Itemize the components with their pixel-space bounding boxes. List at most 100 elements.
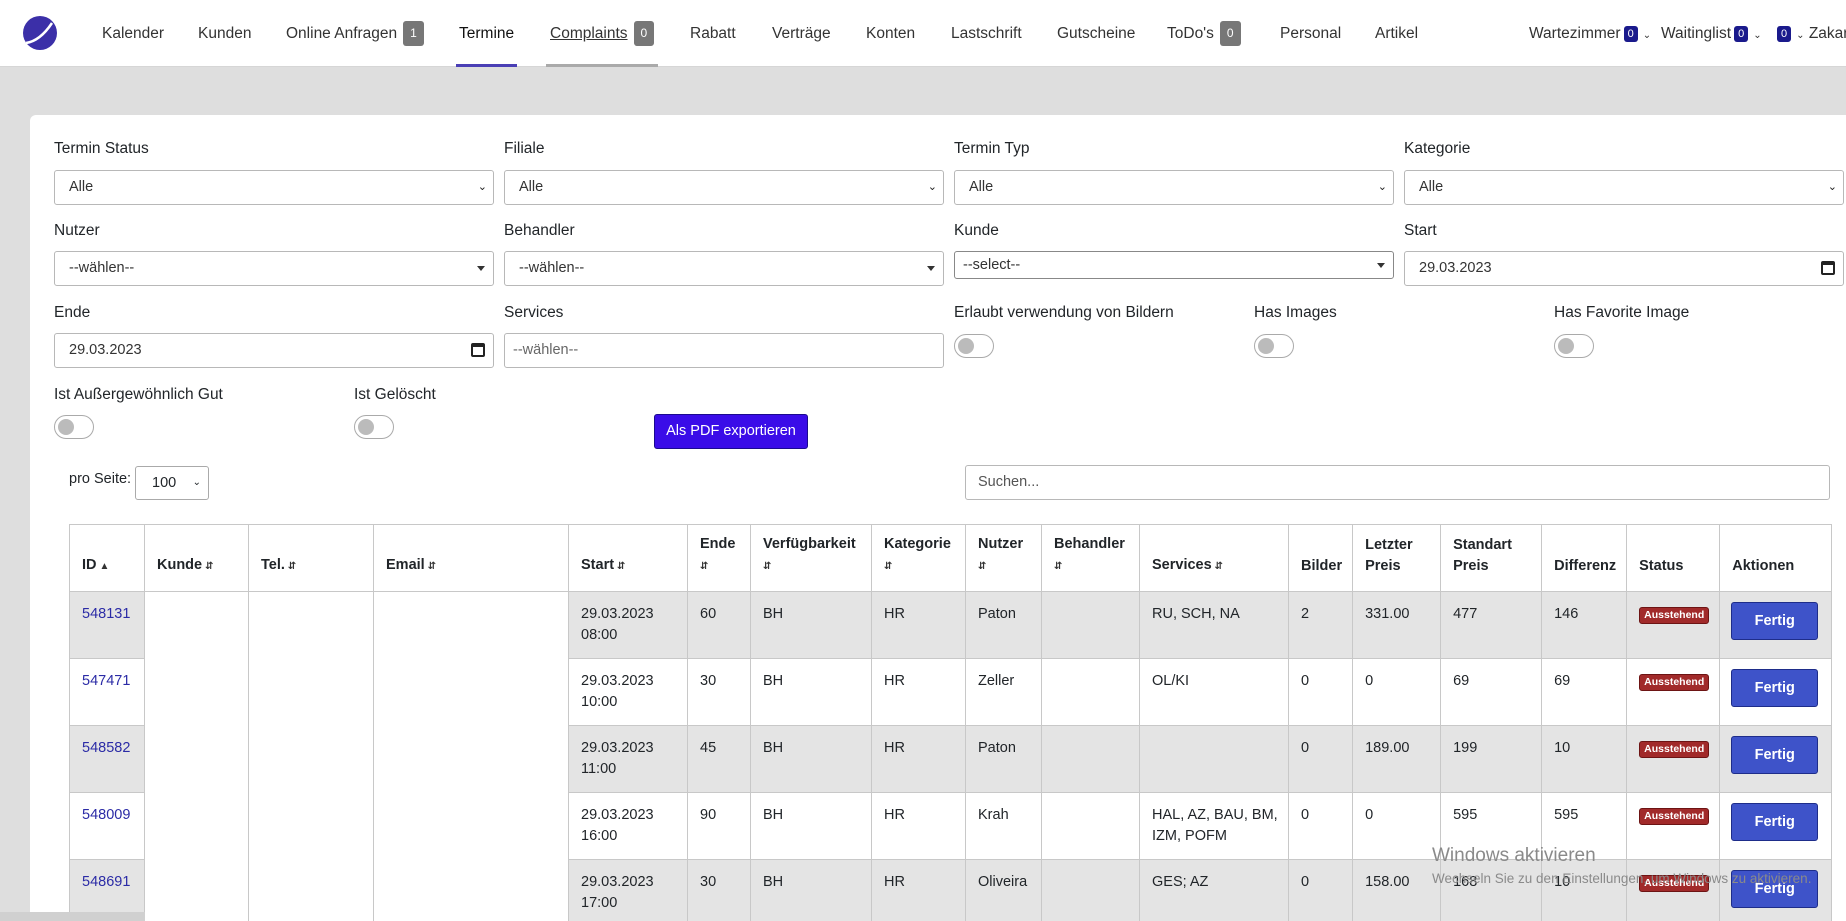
appointment-id-link[interactable]: 548131 bbox=[82, 606, 130, 622]
caret-down-icon bbox=[1377, 263, 1385, 268]
aktionen-cell: Fertig bbox=[1719, 658, 1833, 726]
col-header-email[interactable]: Email ⇵ bbox=[373, 524, 569, 592]
search-input[interactable]: Suchen... bbox=[965, 465, 1830, 500]
standart-preis-cell: 199 bbox=[1440, 725, 1543, 793]
per-page-select[interactable]: 100 ⌄ bbox=[135, 466, 209, 500]
aussergewoehnlich-toggle[interactable] bbox=[54, 415, 94, 439]
col-header-tel[interactable]: Tel. ⇵ bbox=[248, 524, 374, 592]
col-header-services[interactable]: Services ⇵ bbox=[1139, 524, 1289, 592]
appointment-id-link[interactable]: 548691 bbox=[82, 874, 130, 890]
nav-item-personal[interactable]: Personal bbox=[1280, 0, 1341, 67]
behandler-select[interactable]: --wählen-- bbox=[504, 251, 944, 286]
nav-item-online-anfragen[interactable]: Online Anfragen 1 bbox=[286, 0, 424, 67]
nav-item-rabatt[interactable]: Rabatt bbox=[690, 0, 736, 67]
termin-typ-select[interactable]: Alle ⌄ bbox=[954, 170, 1394, 205]
fertig-button[interactable]: Fertig bbox=[1731, 736, 1819, 774]
letzter-preis-cell: 331.00 bbox=[1352, 591, 1442, 659]
col-header-verfuegbarkeit[interactable]: Verfügbarkeit ⇵ bbox=[750, 524, 872, 592]
start-cell: 29.03.2023 11:00 bbox=[568, 725, 688, 793]
start-label: Start bbox=[1404, 222, 1437, 239]
horizontal-scrollbar[interactable] bbox=[0, 912, 145, 921]
erlaubt-bilder-toggle[interactable] bbox=[954, 334, 994, 358]
geloescht-toggle[interactable] bbox=[354, 415, 394, 439]
table-row: 547471 29.03.2023 10:00 30 BH HR Zeller O… bbox=[69, 658, 1833, 726]
wartezimmer-dropdown[interactable]: Wartezimmer 0 ⌄ bbox=[1529, 0, 1651, 67]
search-placeholder: Suchen... bbox=[978, 474, 1040, 490]
has-favorite-image-toggle[interactable] bbox=[1554, 334, 1594, 358]
nutzer-select[interactable]: --wählen-- bbox=[54, 251, 494, 286]
nav-item-lastschrift[interactable]: Lastschrift bbox=[951, 0, 1022, 67]
col-header-kategorie[interactable]: Kategorie ⇵ bbox=[871, 524, 966, 592]
nav-item-todos[interactable]: ToDo's 0 bbox=[1167, 0, 1241, 67]
kunde-cell bbox=[144, 658, 249, 726]
appointment-id-link[interactable]: 548582 bbox=[82, 740, 130, 756]
complaints-count-badge: 0 bbox=[633, 21, 655, 46]
nav-item-artikel[interactable]: Artikel bbox=[1375, 0, 1418, 67]
export-pdf-button[interactable]: Als PDF exportieren bbox=[654, 414, 808, 449]
col-header-behandler[interactable]: Behandler ⇵ bbox=[1041, 524, 1140, 592]
nav-item-complaints[interactable]: Complaints 0 bbox=[546, 0, 659, 67]
fertig-button[interactable]: Fertig bbox=[1731, 669, 1819, 707]
calendar-icon[interactable] bbox=[1821, 261, 1835, 275]
status-cell: Ausstehend bbox=[1626, 591, 1721, 659]
nav-item-kalender[interactable]: Kalender bbox=[102, 0, 164, 67]
fertig-button[interactable]: Fertig bbox=[1731, 803, 1819, 841]
sort-icon: ⇵ bbox=[205, 561, 214, 572]
sort-icon: ⇵ bbox=[1214, 561, 1224, 572]
sort-icon: ⇵ bbox=[763, 561, 772, 572]
services-input[interactable]: --wählen-- bbox=[504, 333, 944, 368]
brand-logo-icon[interactable] bbox=[22, 15, 58, 51]
start-cell: 29.03.2023 08:00 bbox=[568, 591, 688, 659]
termin-status-value: Alle bbox=[69, 179, 94, 195]
kategorie-cell: HR bbox=[871, 859, 966, 921]
tel-cell bbox=[248, 591, 374, 659]
col-header-nutzer[interactable]: Nutzer ⇵ bbox=[965, 524, 1042, 592]
sort-icon: ⇵ bbox=[1054, 561, 1063, 572]
col-header-kunde[interactable]: Kunde ⇵ bbox=[144, 524, 249, 592]
verfuegbarkeit-cell: BH bbox=[750, 591, 872, 659]
kunde-select[interactable]: --select-- bbox=[954, 251, 1394, 279]
has-images-toggle[interactable] bbox=[1254, 334, 1294, 358]
termin-typ-label: Termin Typ bbox=[954, 140, 1030, 157]
nav-item-vertraege[interactable]: Verträge bbox=[772, 0, 831, 67]
differenz-cell: 69 bbox=[1541, 658, 1628, 726]
ende-cell: 30 bbox=[687, 859, 751, 921]
nav-item-label: Complaints bbox=[550, 25, 628, 42]
chevron-down-icon: ⌄ bbox=[1642, 30, 1652, 41]
col-header-id[interactable]: ID ▲ bbox=[69, 524, 145, 592]
ende-date-input[interactable]: 29.03.2023 bbox=[54, 333, 494, 368]
top-navbar: Kalender Kunden Online Anfragen 1 Termine… bbox=[0, 0, 1846, 67]
letzter-preis-cell: 189.00 bbox=[1352, 725, 1442, 793]
nav-item-konten[interactable]: Konten bbox=[866, 0, 915, 67]
email-cell bbox=[373, 591, 569, 659]
aktionen-cell: Fertig bbox=[1719, 725, 1833, 793]
nav-item-label: ToDo's bbox=[1167, 25, 1214, 42]
filiale-select[interactable]: Alle ⌄ bbox=[504, 170, 944, 205]
differenz-cell: 146 bbox=[1541, 591, 1628, 659]
kategorie-select[interactable]: Alle ⌄ bbox=[1404, 170, 1844, 205]
fertig-button[interactable]: Fertig bbox=[1731, 602, 1819, 640]
nav-item-label: Online Anfragen bbox=[286, 25, 398, 42]
calendar-icon[interactable] bbox=[471, 343, 485, 357]
nav-item-termine[interactable]: Termine bbox=[456, 0, 518, 67]
nav-item-kunden[interactable]: Kunden bbox=[198, 0, 251, 67]
services-cell: OL/KI bbox=[1139, 658, 1289, 726]
start-date-input[interactable]: 29.03.2023 bbox=[1404, 251, 1844, 286]
table-header-row: ID ▲ Kunde ⇵ Tel. ⇵ Email ⇵ Start ⇵ Ende ⇵ Ver… bbox=[69, 524, 1833, 592]
aktionen-cell: Fertig bbox=[1719, 792, 1833, 860]
waitinglist-label: Waitinglist bbox=[1661, 25, 1732, 42]
user-dropdown[interactable]: 0 ⌄ Zakar bbox=[1774, 0, 1846, 67]
kunde-value: --select-- bbox=[963, 257, 1021, 273]
tel-cell bbox=[248, 658, 374, 726]
waitinglist-dropdown[interactable]: Waitinglist 0 ⌄ bbox=[1661, 0, 1762, 67]
chevron-down-icon: ⌄ bbox=[1796, 30, 1805, 41]
nav-item-gutscheine[interactable]: Gutscheine bbox=[1057, 0, 1135, 67]
appointment-id-link[interactable]: 547471 bbox=[82, 673, 130, 689]
termin-status-select[interactable]: Alle ⌄ bbox=[54, 170, 494, 205]
standart-preis-cell: 69 bbox=[1440, 658, 1543, 726]
appointment-id-link[interactable]: 548009 bbox=[82, 807, 130, 823]
col-header-ende[interactable]: Ende ⇵ bbox=[687, 524, 751, 592]
letzter-preis-cell: 0 bbox=[1352, 658, 1442, 726]
col-header-start[interactable]: Start ⇵ bbox=[568, 524, 688, 592]
services-label: Services bbox=[504, 304, 564, 321]
